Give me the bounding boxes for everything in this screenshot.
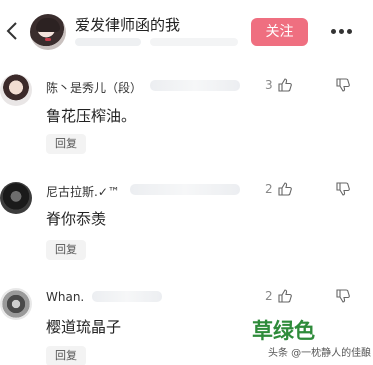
reply-button[interactable]: 回复: [46, 346, 86, 365]
thumbs-up-icon[interactable]: [278, 182, 292, 196]
author-subtitle-blurred: [75, 38, 141, 46]
watermark-text: 头条 @一枕静人的佳酿: [268, 348, 372, 359]
thumbs-down-icon[interactable]: [336, 289, 350, 303]
comment-text: 樱道琉晶子: [46, 318, 122, 336]
name-blurred: [92, 291, 162, 302]
reply-button[interactable]: 回复: [46, 240, 86, 260]
comment-text: 鲁花压榨油。: [46, 107, 137, 125]
commenter-avatar[interactable]: [0, 182, 32, 214]
name-blurred: [130, 184, 240, 195]
like-count: 2: [265, 182, 273, 196]
follow-button[interactable]: 关注: [251, 18, 308, 46]
commenter-name[interactable]: 陈丶是秀儿（段）: [46, 79, 142, 96]
commenter-avatar[interactable]: [0, 288, 32, 320]
overlay-caption: 草绿色: [252, 319, 315, 343]
thumbs-down-icon[interactable]: [336, 78, 350, 92]
top-bar: 爱发律师函的我 关注: [0, 0, 373, 62]
author-subtitle-blurred-2: [150, 38, 238, 46]
more-options-icon[interactable]: [331, 29, 353, 35]
like-count: 2: [265, 289, 273, 303]
comment-text: 脊你忝羡: [46, 210, 107, 228]
back-arrow-icon[interactable]: [4, 20, 20, 42]
name-blurred: [150, 80, 240, 91]
like-count: 3: [265, 78, 273, 92]
commenter-avatar[interactable]: [0, 74, 32, 106]
commenter-name[interactable]: 尼古拉斯.✓™: [46, 183, 120, 200]
thumbs-up-icon[interactable]: [278, 78, 292, 92]
thumbs-down-icon[interactable]: [336, 182, 350, 196]
author-name[interactable]: 爱发律师函的我: [75, 14, 180, 35]
author-avatar[interactable]: [30, 14, 66, 50]
commenter-name[interactable]: Whan.: [46, 290, 84, 304]
thumbs-up-icon[interactable]: [278, 289, 292, 303]
reply-button[interactable]: 回复: [46, 134, 86, 154]
